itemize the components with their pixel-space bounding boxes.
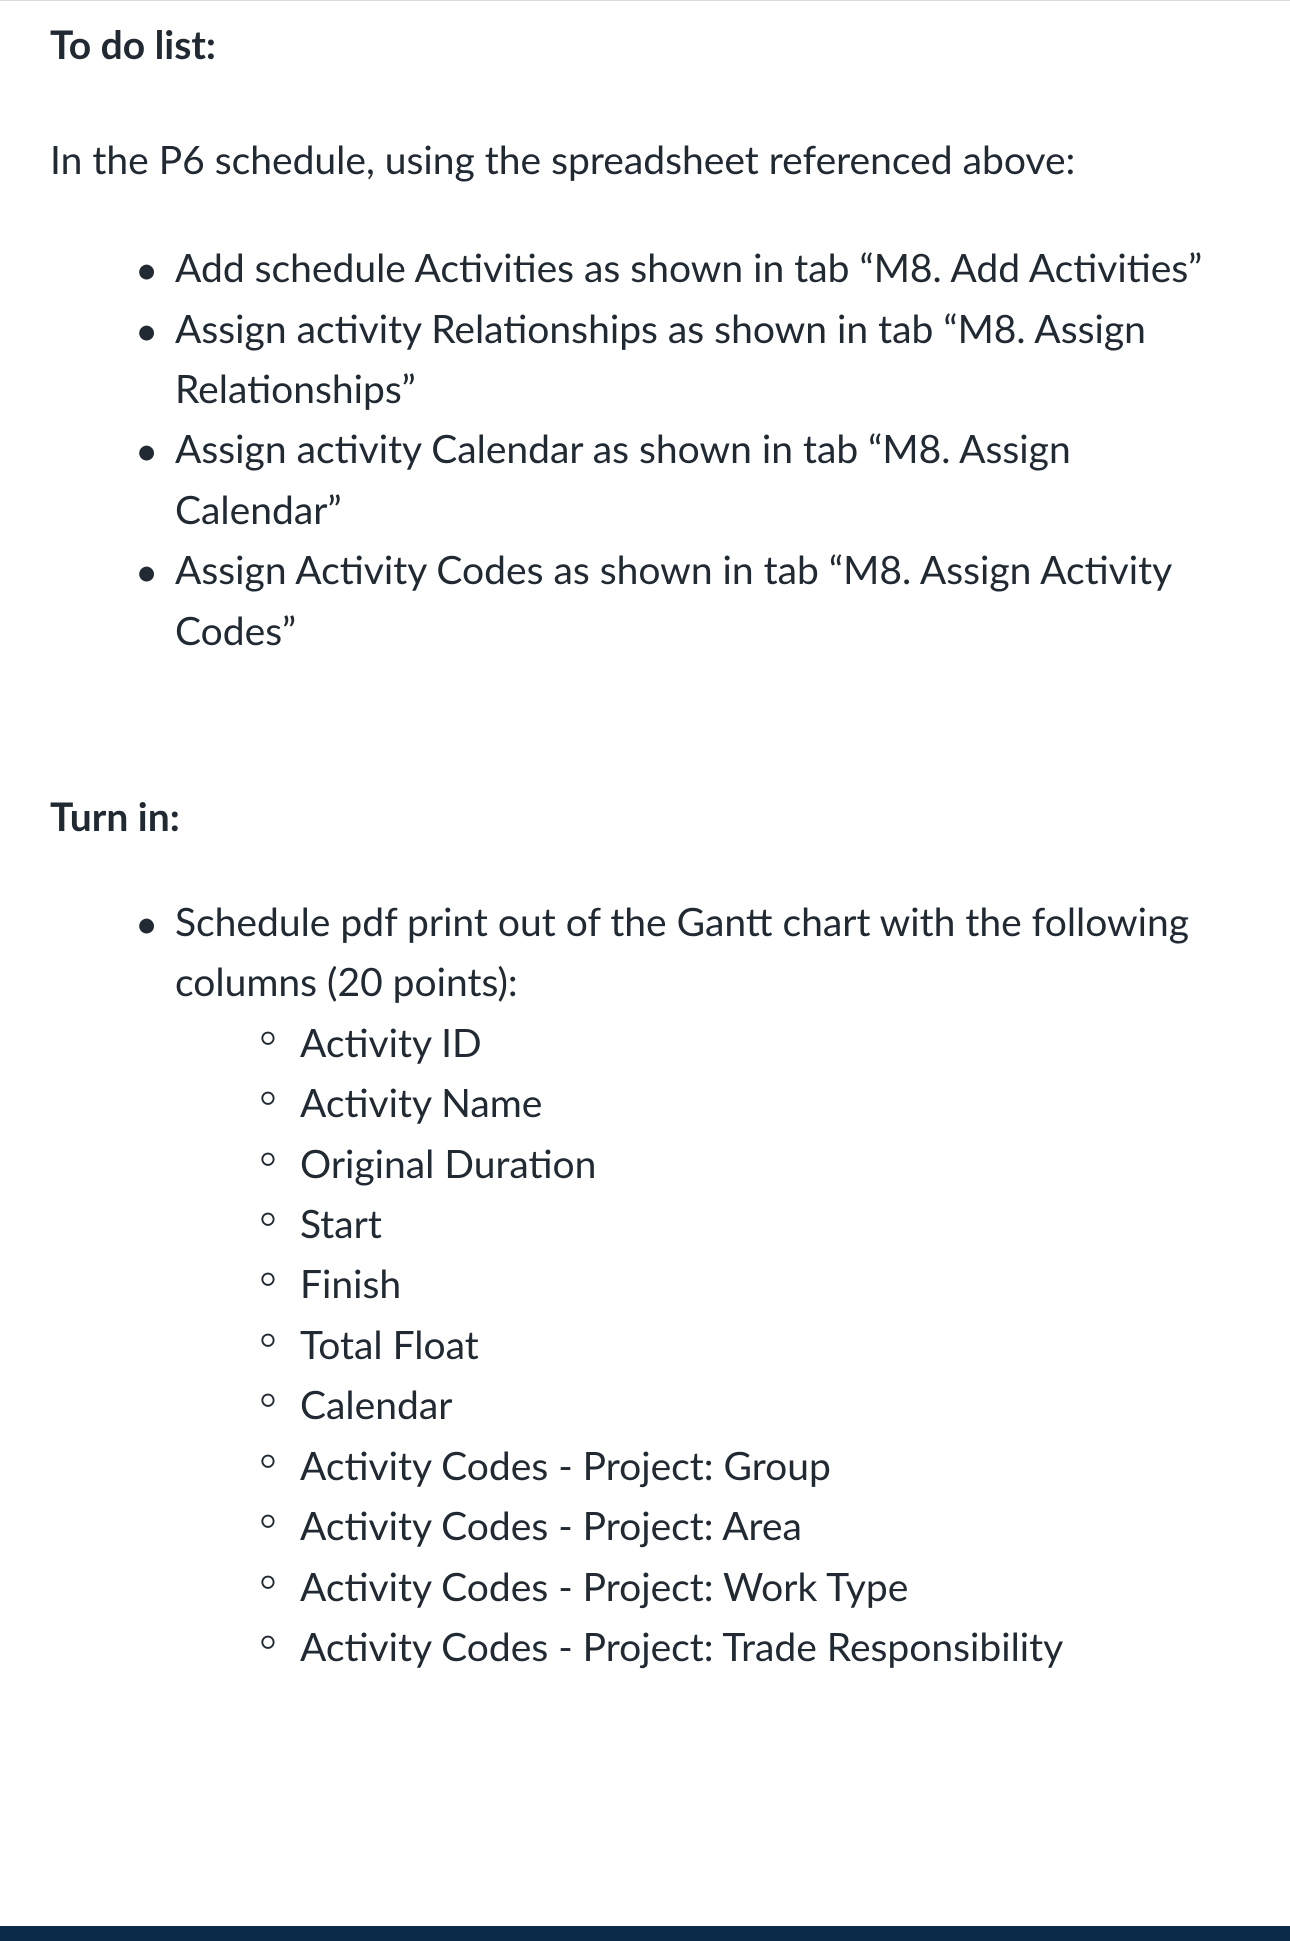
list-item: Activity Codes - Project: Group — [260, 1436, 1240, 1496]
turnin-heading: Turn in: — [50, 791, 1240, 844]
list-item: Total Float — [260, 1315, 1240, 1375]
turnin-list: Schedule pdf print out of the Gantt char… — [50, 892, 1240, 1678]
turnin-item-text: Schedule pdf print out of the Gantt char… — [175, 899, 1189, 1005]
list-item: Activity Name — [260, 1073, 1240, 1133]
list-item: Assign Activity Codes as shown in tab “M… — [135, 540, 1240, 661]
todo-heading: To do list: — [50, 19, 1240, 72]
list-item: Add schedule Activities as shown in tab … — [135, 238, 1240, 298]
list-item: Schedule pdf print out of the Gantt char… — [135, 892, 1240, 1678]
todo-list: Add schedule Activities as shown in tab … — [50, 238, 1240, 661]
list-item: Activity Codes - Project: Area — [260, 1496, 1240, 1556]
todo-intro-text: In the P6 schedule, using the spreadshee… — [50, 130, 1240, 190]
columns-sublist: Activity ID Activity Name Original Durat… — [175, 1013, 1240, 1678]
list-item: Activity Codes - Project: Work Type — [260, 1557, 1240, 1617]
list-item: Start — [260, 1194, 1240, 1254]
footer-bar — [0, 1926, 1290, 1941]
list-item: Finish — [260, 1254, 1240, 1314]
list-item: Original Duration — [260, 1134, 1240, 1194]
list-item: Calendar — [260, 1375, 1240, 1435]
list-item: Assign activity Calendar as shown in tab… — [135, 419, 1240, 540]
list-item: Assign activity Relationships as shown i… — [135, 299, 1240, 420]
list-item: Activity Codes - Project: Trade Responsi… — [260, 1617, 1240, 1677]
list-item: Activity ID — [260, 1013, 1240, 1073]
document-page: To do list: In the P6 schedule, using th… — [0, 0, 1290, 1941]
